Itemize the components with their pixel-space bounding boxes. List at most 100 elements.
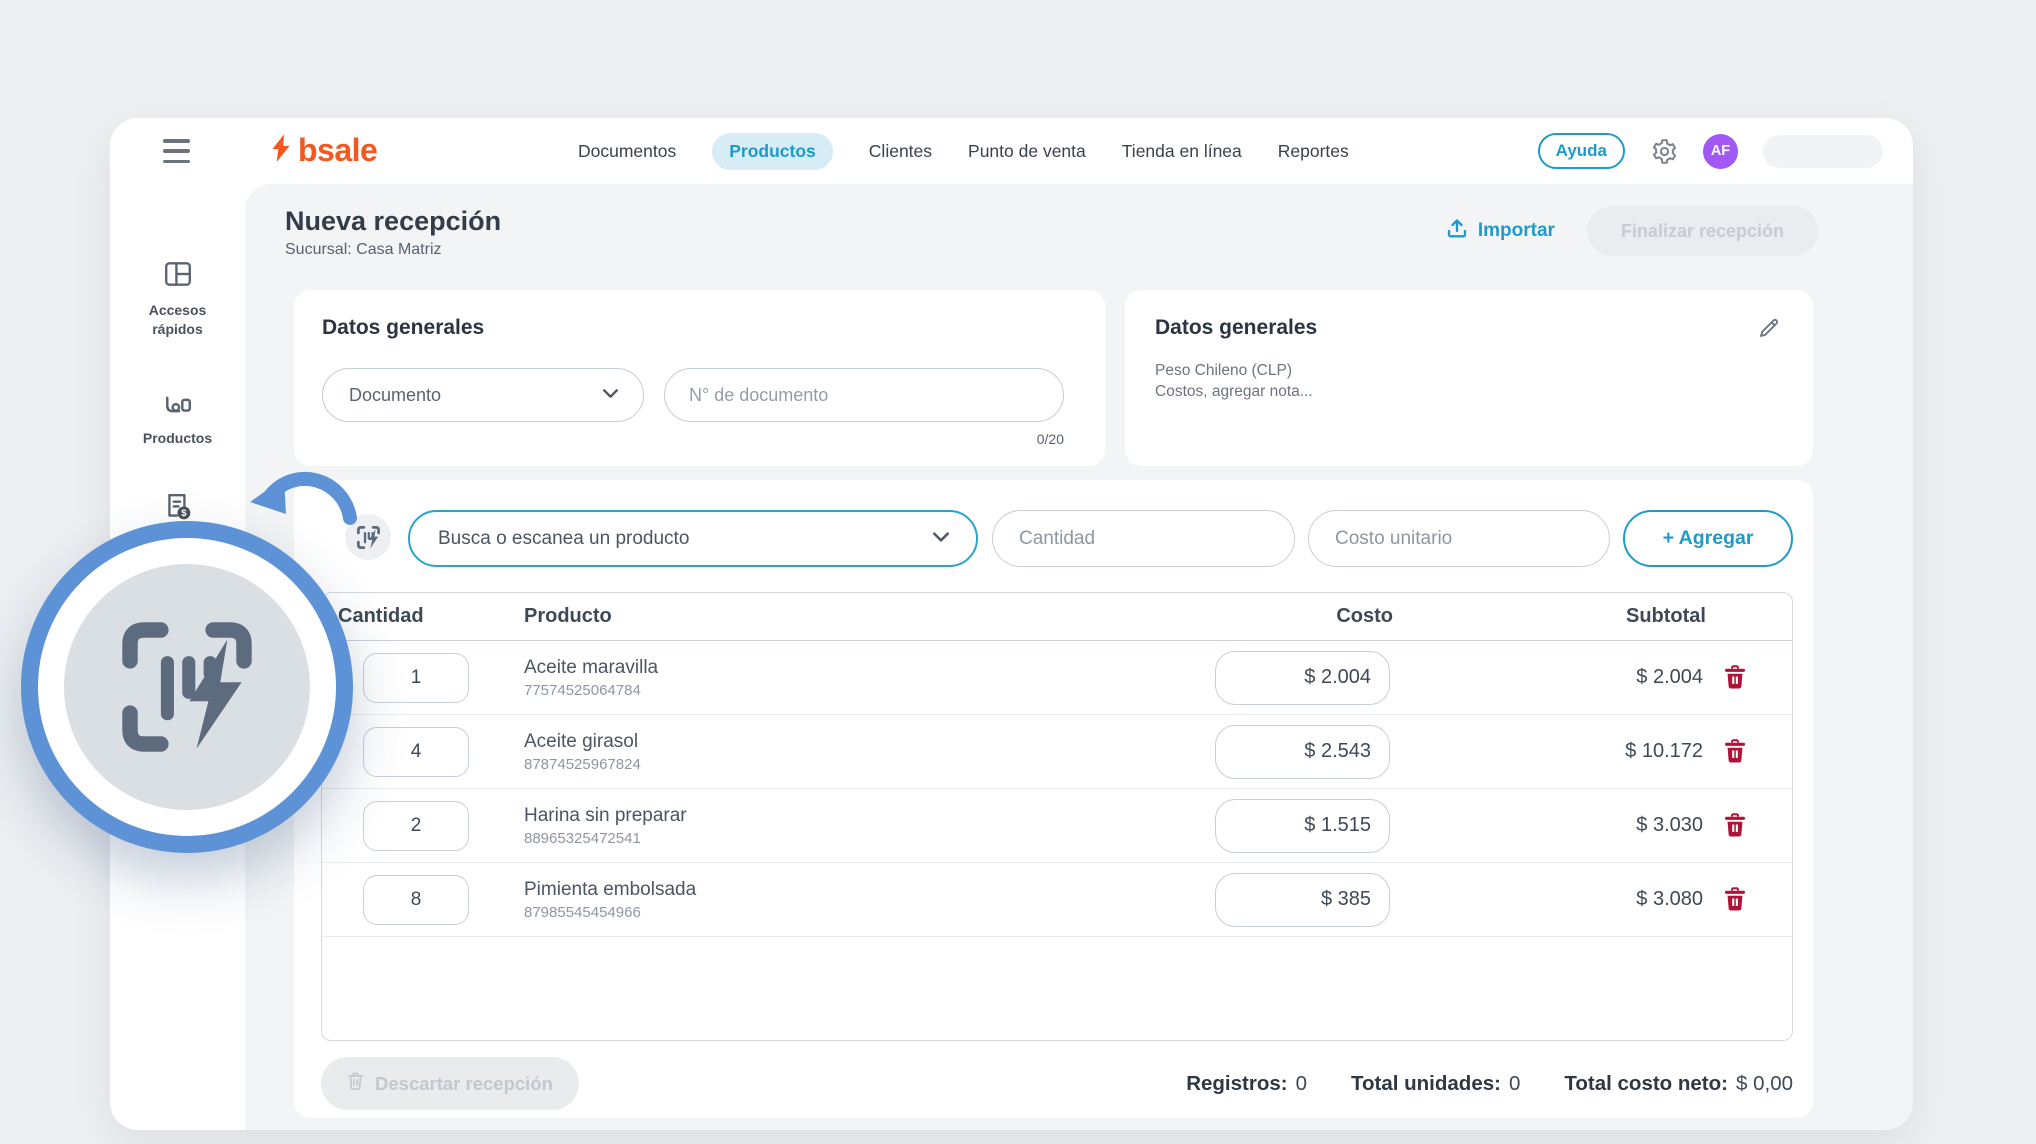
table-row: Harina sin preparar 88965325472541 $ 3.0… [322,789,1792,863]
finalize-reception-button[interactable]: Finalizar recepción [1587,206,1818,256]
card-title: Datos generales [322,316,484,340]
barcode-flash-icon [111,611,263,763]
screen: bsale Documentos Productos Clientes Punt… [0,0,2036,1144]
main-nav: Documentos Productos Clientes Punto de v… [578,130,1349,172]
col-subtotal: Subtotal [1536,605,1706,628]
product-barcode: 87874525967824 [524,756,1215,773]
quantity-input[interactable] [363,653,469,703]
app-window: bsale Documentos Productos Clientes Punt… [110,118,1913,1130]
product-barcode: 77574525064784 [524,682,1215,699]
cost-input[interactable] [1215,651,1390,705]
chevron-down-icon [602,386,619,404]
product-name: Harina sin preparar [524,805,1215,827]
trash-icon [347,1071,364,1096]
general-data-card: Datos generales Documento 0/20 [294,290,1105,466]
sidebar-item-label: Accesos rápidos [123,301,233,339]
col-cantidad: Cantidad [338,605,478,628]
gear-icon[interactable] [1650,137,1678,165]
quantity-input[interactable] [363,875,469,925]
currency-line: Peso Chileno (CLP) [1155,360,1313,381]
branch-subtitle: Sucursal: Casa Matriz [285,241,501,259]
char-counter: 0/20 [664,431,1064,447]
trash-icon [1724,813,1746,838]
cost-input[interactable] [1215,873,1390,927]
product-barcode: 87985545454966 [524,904,1215,921]
quick-access-icon [163,260,193,293]
document-type-select[interactable]: Documento [322,368,644,422]
cost-input[interactable] [1215,799,1390,853]
avatar[interactable]: AF [1703,134,1738,169]
top-right-cluster: Ayuda AF [1538,133,1883,169]
col-producto: Producto [524,605,1218,628]
product-search-select[interactable]: Busca o escanea un producto [408,510,978,567]
product-name: Aceite girasol [524,731,1215,753]
nav-reportes[interactable]: Reportes [1278,141,1349,162]
nav-productos[interactable]: Productos [712,133,833,170]
help-button[interactable]: Ayuda [1538,133,1625,169]
product-name: Aceite maravilla [524,657,1215,679]
trash-icon [1724,739,1746,764]
cost-input[interactable] [1215,725,1390,779]
import-label: Importar [1478,220,1555,242]
units-total: Total unidades:0 [1351,1072,1520,1096]
menu-icon[interactable] [163,139,190,163]
nav-tienda-en-linea[interactable]: Tienda en línea [1122,141,1242,162]
delete-row-button[interactable] [1723,665,1747,691]
records-total: Registros:0 [1186,1072,1307,1096]
logo-text: bsale [298,132,377,169]
account-placeholder[interactable] [1763,135,1883,168]
product-barcode: 88965325472541 [524,830,1215,847]
discard-label: Descartar recepción [375,1073,553,1095]
nav-punto-de-venta[interactable]: Punto de venta [968,141,1086,162]
bsale-logo[interactable]: bsale [270,132,377,169]
sidebar-item-label: Productos [123,429,233,448]
quantity-input[interactable] [363,727,469,777]
document-select-value: Documento [349,385,441,406]
reception-table: Cantidad Producto Costo Subtotal Aceite … [321,592,1793,1041]
costs-note-line: Costos, agregar nota... [1155,381,1313,402]
net-cost-total: Total costo neto:$ 0,00 [1564,1072,1793,1096]
row-subtotal: $ 2.004 [1533,666,1703,689]
nav-clientes[interactable]: Clientes [869,141,932,162]
content-panel: Nueva recepción Sucursal: Casa Matriz Im… [245,184,1913,1130]
edit-button[interactable] [1757,316,1781,343]
table-header: Cantidad Producto Costo Subtotal [322,593,1792,641]
import-button[interactable]: Importar [1446,217,1555,245]
nav-documentos[interactable]: Documentos [578,141,676,162]
quantity-input[interactable] [363,801,469,851]
discard-reception-button[interactable]: Descartar recepción [321,1057,579,1110]
table-row: Aceite girasol 87874525967824 $ 10.172 [322,715,1792,789]
search-placeholder: Busca o escanea un producto [438,528,689,550]
page-header: Nueva recepción Sucursal: Casa Matriz [285,206,501,259]
col-costo: Costo [1218,605,1393,628]
callout-circle [64,564,310,810]
product-name: Pimienta embolsada [524,879,1215,901]
page-title: Nueva recepción [285,206,501,237]
trash-icon [1724,665,1746,690]
header-actions: Importar Finalizar recepción [1446,206,1818,256]
table-row: Pimienta embolsada 87985545454966 $ 3.08… [322,863,1792,937]
document-fields: Documento [322,368,1064,422]
row-subtotal: $ 10.172 [1533,740,1703,763]
upload-icon [1446,217,1468,245]
top-bar: bsale Documentos Productos Clientes Punt… [110,118,1913,184]
products-icon [163,388,193,421]
barcode-scan-callout [21,521,353,853]
sidebar-item-productos[interactable]: Productos [110,388,245,448]
reception-card: Busca o escanea un producto + Agregar Ca… [294,480,1813,1118]
delete-row-button[interactable] [1723,887,1747,913]
delete-row-button[interactable] [1723,739,1747,765]
row-subtotal: $ 3.030 [1533,814,1703,837]
unit-cost-input-new[interactable] [1308,510,1610,567]
reception-settings-card: Datos generales Peso Chileno (CLP) Costo… [1125,290,1813,466]
sidebar-item-accesos-rapidos[interactable]: Accesos rápidos [110,260,245,339]
document-number-input[interactable] [664,368,1064,422]
quantity-input-new[interactable] [992,510,1295,567]
row-subtotal: $ 3.080 [1533,888,1703,911]
trash-icon [1724,887,1746,912]
totals-bar: Registros:0 Total unidades:0 Total costo… [1186,1057,1793,1110]
add-product-button[interactable]: + Agregar [1623,510,1793,567]
chevron-down-icon [932,530,950,548]
card-title: Datos generales [1155,316,1317,340]
delete-row-button[interactable] [1723,813,1747,839]
